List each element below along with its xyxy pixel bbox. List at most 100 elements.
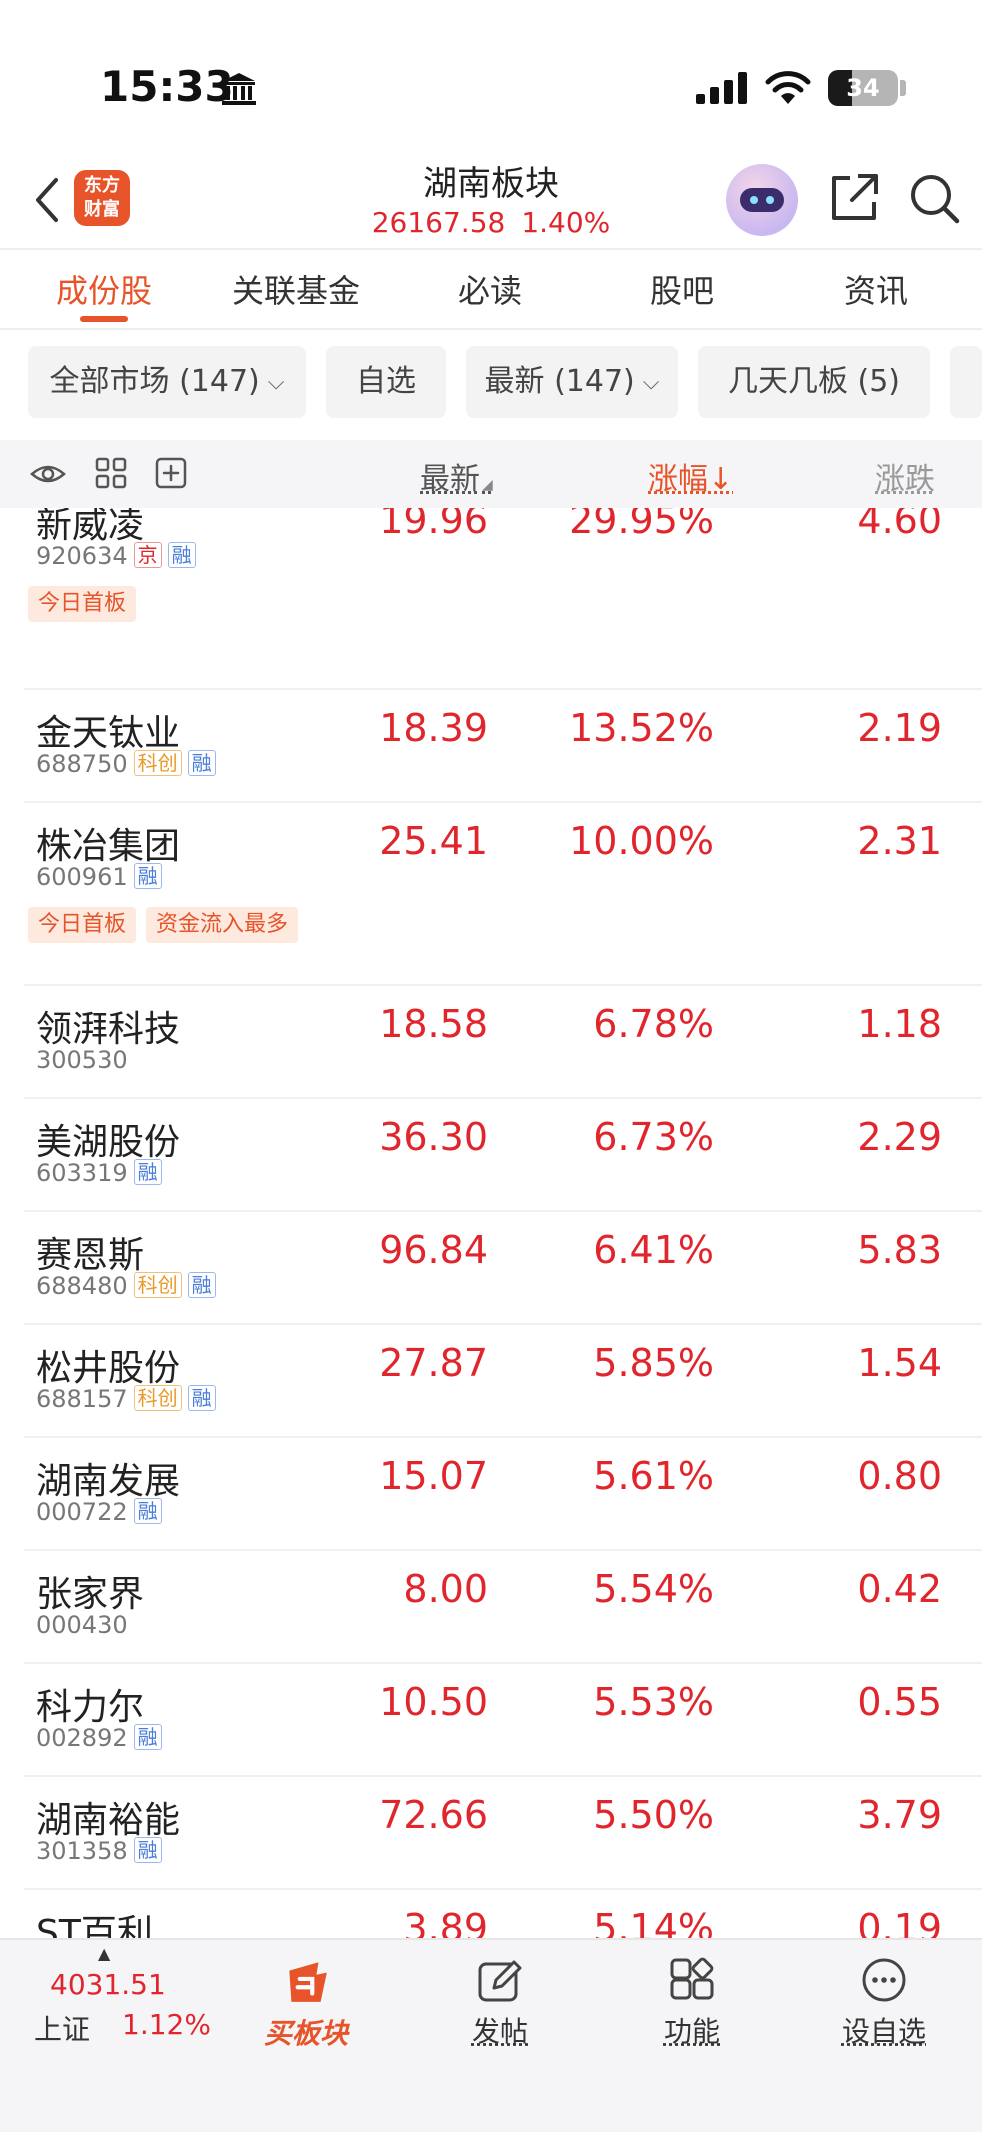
- stock-code: 688157: [36, 1385, 128, 1413]
- market-index-name[interactable]: 上证: [34, 2008, 90, 2048]
- stock-badge[interactable]: 今日首板: [28, 907, 137, 943]
- column-change-label: 涨幅: [648, 462, 708, 497]
- stock-price: 72.66: [379, 1793, 488, 1837]
- app-logo[interactable]: 东方 财富: [74, 170, 130, 226]
- stock-change-amount: 0.55: [857, 1680, 942, 1724]
- sort-desc-arrow-icon: ↓: [708, 462, 734, 497]
- column-latest-price[interactable]: 最新 ◢: [420, 454, 493, 498]
- nav-add-watchlist[interactable]: 设自选: [824, 1956, 944, 2050]
- eye-icon[interactable]: [30, 458, 66, 490]
- margin-tag: 融: [133, 1724, 162, 1750]
- stock-price: 10.50: [379, 1680, 488, 1724]
- stock-change-amount: 2.19: [857, 706, 942, 750]
- filter-more-chip[interactable]: [950, 346, 982, 418]
- share-icon[interactable]: [826, 170, 882, 226]
- stock-code-line: 920634 京融: [36, 542, 196, 570]
- bottom-bar: ▲ 4031.51 上证 1.12% 买板块 发帖 功能 设自选: [0, 1938, 982, 2132]
- tab-constituents[interactable]: 成份股: [14, 266, 194, 312]
- margin-tag: 融: [133, 863, 162, 889]
- stock-name: 湖南发展: [36, 1461, 181, 1502]
- stock-change-amount: 0.80: [857, 1454, 942, 1498]
- stock-change-amount: 3.79: [857, 1793, 942, 1837]
- stock-code: 603319: [36, 1159, 128, 1187]
- filter-latest-label: 最新 (147): [484, 364, 635, 399]
- stock-code: 688750: [36, 750, 128, 778]
- robot-eye-right: [766, 196, 774, 204]
- stock-row[interactable]: 松井股份 688157 科创融 27.87 5.85% 1.54: [0, 1325, 982, 1438]
- market-index-change[interactable]: 1.12%: [122, 2008, 211, 2041]
- logo-line-1: 东方: [84, 175, 120, 196]
- filter-consecutive-label: 几天几板 (5): [727, 364, 901, 399]
- margin-tag: 融: [187, 1385, 216, 1411]
- stock-badge[interactable]: 今日首板: [28, 586, 137, 622]
- stock-price: 25.41: [379, 819, 488, 863]
- stock-row[interactable]: 湖南发展 000722 融 15.07 5.61% 0.80: [0, 1438, 982, 1551]
- stock-row[interactable]: 赛恩斯 688480 科创融 96.84 6.41% 5.83: [0, 1212, 982, 1325]
- expand-up-icon[interactable]: ▲: [98, 1944, 110, 1963]
- column-change-percent[interactable]: 涨幅↓: [648, 454, 733, 498]
- chevron-down-icon: ⌵: [642, 370, 660, 395]
- status-time: 15:33: [100, 62, 234, 111]
- nav-buy-sector[interactable]: 买板块: [246, 1956, 366, 2052]
- filter-latest-dropdown[interactable]: 最新 (147) ⌵: [466, 346, 678, 418]
- filter-watchlist[interactable]: 自选: [326, 346, 446, 418]
- stock-change-amount: 2.31: [857, 819, 942, 863]
- margin-tag: 融: [187, 1272, 216, 1298]
- stock-row[interactable]: 领湃科技 300530 18.58 6.78% 1.18: [0, 986, 982, 1099]
- column-change-amount[interactable]: 涨跌: [875, 454, 982, 498]
- bse-tag: 京: [133, 542, 162, 568]
- robot-face: [740, 188, 784, 212]
- star-market-tag: 科创: [133, 1385, 182, 1411]
- tab-must-read[interactable]: 必读: [400, 266, 580, 312]
- stock-badge[interactable]: 资金流入最多: [146, 907, 299, 943]
- market-index-value[interactable]: 4031.51: [50, 1968, 166, 2001]
- stock-price: 15.07: [379, 1454, 488, 1498]
- stock-row[interactable]: 湖南裕能 301358 融 72.66 5.50% 3.79: [0, 1777, 982, 1890]
- bank-icon: [222, 73, 256, 105]
- grid-view-icon[interactable]: [94, 456, 128, 490]
- stock-name: 美湖股份: [36, 1122, 181, 1163]
- stock-code: 000430: [36, 1611, 128, 1639]
- margin-tag: 融: [133, 1159, 162, 1185]
- filter-consecutive-boards[interactable]: 几天几板 (5): [698, 346, 930, 418]
- nav-post[interactable]: 发帖: [440, 1956, 560, 2050]
- ai-assistant-icon[interactable]: [726, 164, 798, 236]
- back-arrow-icon[interactable]: [30, 174, 66, 226]
- stock-row[interactable]: 株冶集团 600961 融 25.41 10.00% 2.31 今日首板 资金流入最多: [0, 803, 982, 986]
- active-tab-indicator: [80, 316, 128, 322]
- stock-row[interactable]: ST百利 3.89 5.14% 0.19: [0, 1890, 982, 1938]
- stock-change-percent: 5.53%: [593, 1680, 714, 1724]
- nav-functions[interactable]: 功能: [632, 1956, 752, 2050]
- stock-change-percent: 29.95%: [569, 508, 714, 542]
- stock-name: 松井股份: [36, 1348, 181, 1389]
- filter-market-dropdown[interactable]: 全部市场 (147) ⌵: [28, 346, 306, 418]
- stock-name: ST百利: [36, 1913, 153, 1938]
- stock-name: 科力尔: [36, 1687, 145, 1728]
- tab-news[interactable]: 资讯: [786, 266, 966, 312]
- stock-row[interactable]: 科力尔 002892 融 10.50 5.53% 0.55: [0, 1664, 982, 1777]
- filter-watchlist-label: 自选: [356, 364, 416, 399]
- stock-change-percent: 13.52%: [569, 706, 714, 750]
- tab-stock-forum[interactable]: 股吧: [592, 266, 772, 312]
- stock-price: 18.58: [379, 1002, 488, 1046]
- stock-change-amount: 4.60: [857, 508, 942, 542]
- stock-row[interactable]: 美湖股份 603319 融 36.30 6.73% 2.29: [0, 1099, 982, 1212]
- stock-row[interactable]: 新威凌 920634 京融 19.96 29.95% 4.60 今日首板: [0, 508, 982, 690]
- nav-post-label: 发帖: [471, 2015, 528, 2048]
- stock-row[interactable]: 金天钛业 688750 科创融 18.39 13.52% 2.19: [0, 690, 982, 803]
- stock-change-percent: 5.14%: [593, 1906, 714, 1938]
- stock-change-amount: 2.29: [857, 1115, 942, 1159]
- stock-badges: 今日首板 资金流入最多: [28, 907, 308, 943]
- stock-change-percent: 5.85%: [593, 1341, 714, 1385]
- stock-row[interactable]: 张家界 000430 8.00 5.54% 0.42: [0, 1551, 982, 1664]
- stock-name: 领湃科技: [36, 1009, 181, 1050]
- search-icon[interactable]: [906, 170, 962, 226]
- stock-code-line: 688480 科创融: [36, 1272, 216, 1300]
- add-watchlist-icon[interactable]: [154, 456, 188, 490]
- nav-functions-label: 功能: [663, 2015, 720, 2048]
- tab-related-funds[interactable]: 关联基金: [206, 266, 386, 312]
- sector-index-line: 26167.58 1.40%: [300, 206, 682, 239]
- wifi-icon: [765, 71, 811, 104]
- stock-list[interactable]: 新威凌 920634 京融 19.96 29.95% 4.60 今日首板 金天钛业 688750…: [0, 508, 982, 1938]
- stock-price: 27.87: [379, 1341, 488, 1385]
